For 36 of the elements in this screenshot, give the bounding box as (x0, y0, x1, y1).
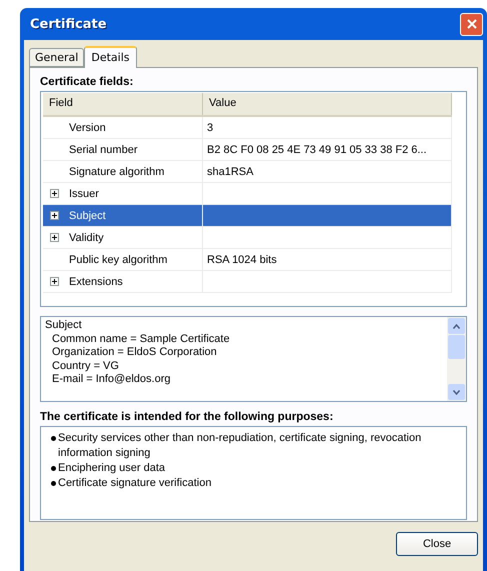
tab[interactable]: General (29, 48, 84, 67)
field-name: Signature algorithm (69, 166, 164, 178)
table-row[interactable]: Signature algorithm sha1RSA (43, 161, 452, 183)
column-header[interactable]: Value (203, 93, 452, 115)
tab[interactable]: Details (84, 46, 136, 68)
details-line: Organization = EldoS Corporation (51, 346, 218, 360)
details-line: Common name = Sample Certificate (51, 332, 231, 346)
table-row[interactable]: Issuer (43, 183, 452, 205)
section-label: Certificate fields: (40, 76, 134, 88)
table-row[interactable]: Validity (43, 227, 452, 249)
column-header[interactable]: Field (43, 93, 203, 115)
table-row[interactable]: Public key algorithm RSA 1024 bits (43, 249, 452, 271)
close-button[interactable]: Close (396, 532, 478, 556)
field-name: Issuer (69, 188, 99, 200)
details-line: E-mail = Info@eldos.org (51, 373, 172, 386)
purpose-text: Certificate signature verification (58, 476, 212, 491)
table-row[interactable]: Extensions (43, 271, 452, 293)
details-line: Country = VG (51, 360, 120, 373)
field-name: Serial number (69, 144, 138, 156)
purpose-text: Enciphering user data (58, 461, 166, 476)
table-row[interactable]: Serial number B2 8C F0 08 25 4E 73 49 91 05 33 38 F2 6... (43, 139, 452, 161)
field-value: RSA 1024 bits (207, 254, 277, 266)
details-title: Subject (45, 319, 83, 332)
field-name: Validity (69, 232, 104, 244)
field-value: B2 8C F0 08 25 4E 73 49 91 05 33 38 F2 6... (207, 144, 427, 156)
field-value: sha1RSA (207, 166, 254, 178)
window-title: Certificate (30, 16, 107, 32)
section-label: The certificate is intended for the following purposes: (40, 411, 334, 423)
table-row[interactable]: Version 3 (43, 117, 452, 139)
purpose-text: Security services other than non-repudiation, certificate signing, revocation information signing (58, 431, 422, 461)
field-name: Subject (69, 210, 106, 222)
table-row[interactable]: Subject (43, 205, 452, 227)
field-name: Public key algorithm (69, 254, 168, 266)
field-name: Extensions (69, 276, 123, 288)
field-value: 3 (207, 122, 214, 134)
field-name: Version (69, 122, 106, 134)
